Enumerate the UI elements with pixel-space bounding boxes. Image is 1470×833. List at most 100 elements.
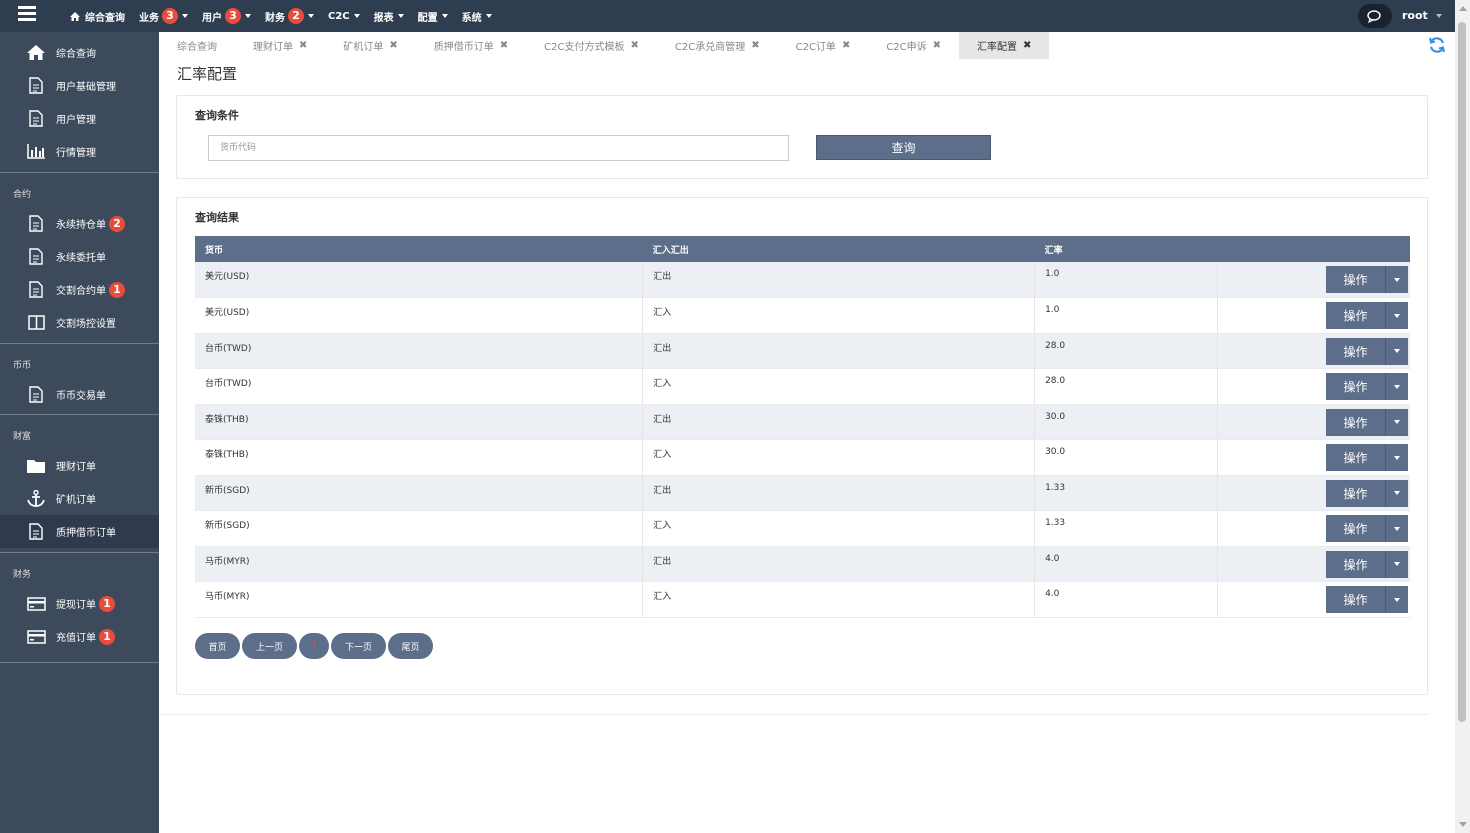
cell-currency: 马币(MYR) xyxy=(195,546,644,582)
sidebar-item-deposit-orders[interactable]: 充值订单 1 xyxy=(0,620,159,653)
sidebar-item-user-basic[interactable]: 用户基础管理 xyxy=(0,69,159,102)
sidebar-item-wealth-orders[interactable]: 理财订单 xyxy=(0,449,159,482)
close-icon[interactable]: ✖ xyxy=(933,40,941,51)
first-page-button[interactable]: 首页 xyxy=(195,633,240,659)
action-button[interactable]: 操作 xyxy=(1326,266,1386,293)
chevron-down-icon xyxy=(1394,277,1400,282)
sidebar-item-miner-orders[interactable]: 矿机订单 xyxy=(0,482,159,515)
action-button[interactable]: 操作 xyxy=(1326,550,1386,578)
close-icon[interactable]: ✖ xyxy=(751,40,759,51)
topnav-users[interactable]: 用户 3 xyxy=(202,8,251,24)
scroll-down-icon[interactable] xyxy=(1459,822,1467,827)
cell-actions: 操作 xyxy=(1217,404,1410,440)
action-dropdown-toggle[interactable] xyxy=(1386,373,1408,400)
topnav-c2c[interactable]: C2C xyxy=(328,11,360,22)
close-icon[interactable]: ✖ xyxy=(1023,40,1031,51)
tab-c2c-payment-template[interactable]: C2C支付方式模板 ✖ xyxy=(526,32,657,59)
user-menu[interactable]: root xyxy=(1402,9,1442,22)
sidebar-item-label: 永续持仓单 xyxy=(56,220,106,231)
action-dropdown-toggle[interactable] xyxy=(1386,444,1408,471)
topnav-home[interactable]: 综合查询 xyxy=(70,9,125,24)
chevron-down-icon xyxy=(245,14,251,18)
tab-c2c-orders[interactable]: C2C订单 ✖ xyxy=(778,32,869,59)
sidebar-item-label: 币币交易单 xyxy=(56,391,106,402)
topnav-finance-badge: 2 xyxy=(288,8,304,24)
action-dropdown-toggle[interactable] xyxy=(1386,550,1408,578)
action-button[interactable]: 操作 xyxy=(1326,444,1386,471)
close-icon[interactable]: ✖ xyxy=(631,40,639,51)
sidebar-item-delivery-control[interactable]: 交割场控设置 xyxy=(0,306,159,339)
action-button-group: 操作 xyxy=(1326,586,1410,613)
cell-currency: 新币(SGD) xyxy=(195,510,644,547)
topnav-reports[interactable]: 报表 xyxy=(374,9,404,24)
prev-page-button[interactable]: 上一页 xyxy=(242,633,297,659)
search-button[interactable]: 查询 xyxy=(816,135,991,160)
tab-overview[interactable]: 综合查询 xyxy=(159,32,235,59)
scroll-up-icon[interactable] xyxy=(1459,6,1467,11)
tab-wealth-orders[interactable]: 理财订单 ✖ xyxy=(235,32,325,59)
sidebar-item-market[interactable]: 行情管理 xyxy=(0,135,159,168)
refresh-icon[interactable] xyxy=(1428,36,1448,56)
tab-c2c-appeal[interactable]: C2C申诉 ✖ xyxy=(868,32,959,59)
action-button[interactable]: 操作 xyxy=(1326,479,1386,507)
scroll-thumb[interactable] xyxy=(1458,22,1466,722)
action-dropdown-toggle[interactable] xyxy=(1386,586,1408,613)
close-icon[interactable]: ✖ xyxy=(842,40,850,51)
action-dropdown-toggle[interactable] xyxy=(1386,515,1408,542)
tab-label: C2C订单 xyxy=(795,42,836,53)
folder-icon xyxy=(26,457,46,475)
action-dropdown-toggle[interactable] xyxy=(1386,266,1408,293)
document-icon xyxy=(26,281,46,299)
tab-label: C2C申诉 xyxy=(886,42,927,53)
currency-code-input[interactable] xyxy=(208,135,789,161)
action-button[interactable]: 操作 xyxy=(1326,408,1386,436)
next-page-button[interactable]: 下一页 xyxy=(331,633,386,659)
sidebar-item-perpetual-positions[interactable]: 永续持仓单 2 xyxy=(0,207,159,240)
menu-toggle-icon[interactable] xyxy=(18,6,36,22)
cell-direction: 汇入 xyxy=(642,297,1036,334)
last-page-button[interactable]: 尾页 xyxy=(388,633,433,659)
topnav-business[interactable]: 业务 3 xyxy=(139,8,188,24)
action-button[interactable]: 操作 xyxy=(1326,302,1386,329)
sidebar-item-pledge-loan-orders[interactable]: 质押借币订单 xyxy=(0,515,159,548)
cell-currency: 泰铢(THB) xyxy=(195,404,644,440)
topnav-finance[interactable]: 财务 2 xyxy=(265,8,314,24)
action-dropdown-toggle[interactable] xyxy=(1386,337,1408,365)
tab-c2c-merchant[interactable]: C2C承兑商管理 ✖ xyxy=(657,32,778,59)
close-icon[interactable]: ✖ xyxy=(299,40,307,51)
action-button[interactable]: 操作 xyxy=(1326,515,1386,542)
close-icon[interactable]: ✖ xyxy=(500,40,508,51)
action-button[interactable]: 操作 xyxy=(1326,337,1386,365)
cell-rate: 1.33 xyxy=(1034,510,1218,547)
action-dropdown-toggle[interactable] xyxy=(1386,408,1408,436)
cell-rate: 1.33 xyxy=(1034,475,1218,511)
current-page-button[interactable]: 1 xyxy=(299,633,329,659)
sidebar-item-user-manage[interactable]: 用户管理 xyxy=(0,102,159,135)
action-dropdown-toggle[interactable] xyxy=(1386,479,1408,507)
sidebar-item-delivery-contracts[interactable]: 交割合约单 1 xyxy=(0,273,159,306)
table-row: 马币(MYR) 汇入 4.0 操作 xyxy=(195,581,1410,618)
cell-rate: 30.0 xyxy=(1034,439,1218,476)
vertical-scrollbar[interactable] xyxy=(1455,0,1470,833)
chat-button[interactable] xyxy=(1358,4,1392,28)
sidebar-item-withdraw-orders[interactable]: 提现订单 1 xyxy=(0,587,159,620)
close-icon[interactable]: ✖ xyxy=(389,40,397,51)
cell-direction: 汇出 xyxy=(642,262,1036,298)
tab-pledge-loan-orders[interactable]: 质押借币订单 ✖ xyxy=(416,32,526,59)
topnav-reports-label: 报表 xyxy=(373,12,394,24)
sidebar-item-label: 矿机订单 xyxy=(56,495,96,506)
table-row: 泰铢(THB) 汇出 30.0 操作 xyxy=(195,404,1410,440)
tab-miner-orders[interactable]: 矿机订单 ✖ xyxy=(325,32,415,59)
notification-badge: 1 xyxy=(99,595,115,612)
sidebar-item-perpetual-orders[interactable]: 永续委托单 xyxy=(0,240,159,273)
sidebar-item-spot-orders[interactable]: 币币交易单 xyxy=(0,378,159,411)
topnav-config[interactable]: 配置 xyxy=(418,9,448,24)
tab-exchange-rate[interactable]: 汇率配置 ✖ xyxy=(959,32,1050,59)
action-dropdown-toggle[interactable] xyxy=(1386,302,1408,329)
sidebar-item-overview[interactable]: 综合查询 xyxy=(0,36,159,69)
document-icon xyxy=(26,110,46,128)
tab-label: 综合查询 xyxy=(177,42,217,53)
action-button[interactable]: 操作 xyxy=(1326,373,1386,400)
action-button[interactable]: 操作 xyxy=(1326,586,1386,613)
topnav-system[interactable]: 系统 xyxy=(462,9,492,24)
